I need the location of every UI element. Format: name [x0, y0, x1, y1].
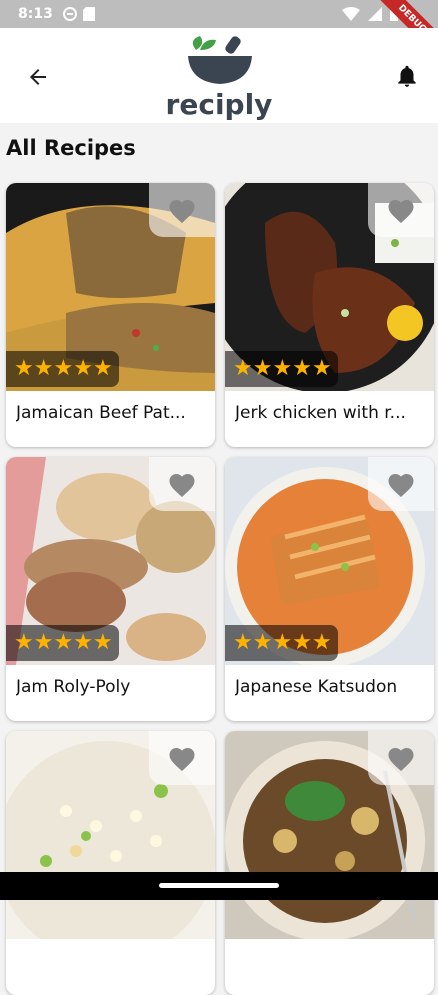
app-notification-icon	[62, 7, 77, 21]
star-rating: ★ ★ ★ ★ ★	[6, 625, 119, 661]
recipe-card[interactable]: ★ ★ ★ ★ ★ Jamaican Beef Pat...	[6, 183, 215, 447]
status-notification-icons	[62, 7, 95, 21]
heart-icon	[169, 474, 195, 497]
recipe-title: Jam Roly-Poly	[16, 677, 131, 697]
favorite-button[interactable]	[149, 183, 215, 237]
favorite-button[interactable]	[368, 457, 434, 511]
star-icon: ★	[292, 630, 312, 655]
favorite-button[interactable]	[368, 183, 434, 237]
star-icon: ★	[292, 356, 312, 381]
star-icon: ★	[252, 630, 273, 655]
star-icon: ★	[73, 630, 93, 655]
heart-icon	[388, 200, 414, 223]
signal-icon	[368, 7, 382, 21]
app-bar: reciply	[0, 28, 438, 123]
heart-icon	[388, 748, 414, 771]
recipe-card[interactable]: ★ ★ ★ ★ ★ Japanese Katsudon	[225, 457, 434, 721]
star-icon: ★	[252, 356, 273, 381]
star-rating: ★ ★ ★ ★ ★	[225, 625, 338, 661]
star-icon: ★	[53, 356, 74, 381]
recipe-card[interactable]: ★ ★ ★ ★ ★ Jerk chicken with r...	[225, 183, 434, 447]
recipe-title: Japanese Katsudon	[235, 677, 398, 697]
star-icon: ★	[233, 630, 253, 655]
heart-icon	[169, 200, 195, 223]
back-arrow-icon[interactable]	[26, 65, 50, 89]
recipe-card[interactable]	[6, 731, 215, 995]
recipe-title: Jerk chicken with r...	[235, 403, 406, 423]
wifi-icon	[342, 7, 360, 21]
recipe-card[interactable]: ★ ★ ★ ★ ★ Jam Roly-Poly	[6, 457, 215, 721]
star-icon: ★	[53, 630, 74, 655]
recipe-title: Jamaican Beef Pat...	[16, 403, 186, 423]
recipe-card[interactable]	[225, 731, 434, 995]
star-icon: ★	[233, 356, 253, 381]
reciply-logo-icon	[188, 36, 252, 84]
status-bar: 8:13	[0, 0, 438, 28]
heart-icon	[388, 474, 414, 497]
star-icon: ★	[14, 630, 34, 655]
status-time: 8:13	[18, 6, 53, 22]
heart-icon	[169, 748, 195, 771]
star-icon: ★	[311, 356, 332, 381]
section-title: All Recipes	[6, 136, 136, 160]
star-icon: ★	[92, 356, 113, 381]
favorite-button[interactable]	[149, 457, 215, 511]
star-icon: ★	[73, 356, 93, 381]
star-rating: ★ ★ ★ ★ ★	[225, 351, 338, 387]
star-icon: ★	[272, 630, 293, 655]
star-rating: ★ ★ ★ ★ ★	[6, 351, 119, 387]
star-icon: ★	[33, 356, 54, 381]
star-icon: ★	[311, 630, 332, 655]
star-icon: ★	[92, 630, 113, 655]
sd-card-icon	[82, 7, 95, 21]
favorite-button[interactable]	[149, 731, 215, 785]
system-nav-bar	[0, 872, 438, 900]
notification-bell-icon[interactable]	[394, 63, 420, 89]
star-icon: ★	[33, 630, 54, 655]
star-icon: ★	[14, 356, 34, 381]
home-gesture-handle[interactable]	[159, 883, 279, 888]
favorite-button[interactable]	[368, 731, 434, 785]
app-logo-text: reciply	[165, 88, 273, 121]
star-icon: ★	[272, 356, 293, 381]
